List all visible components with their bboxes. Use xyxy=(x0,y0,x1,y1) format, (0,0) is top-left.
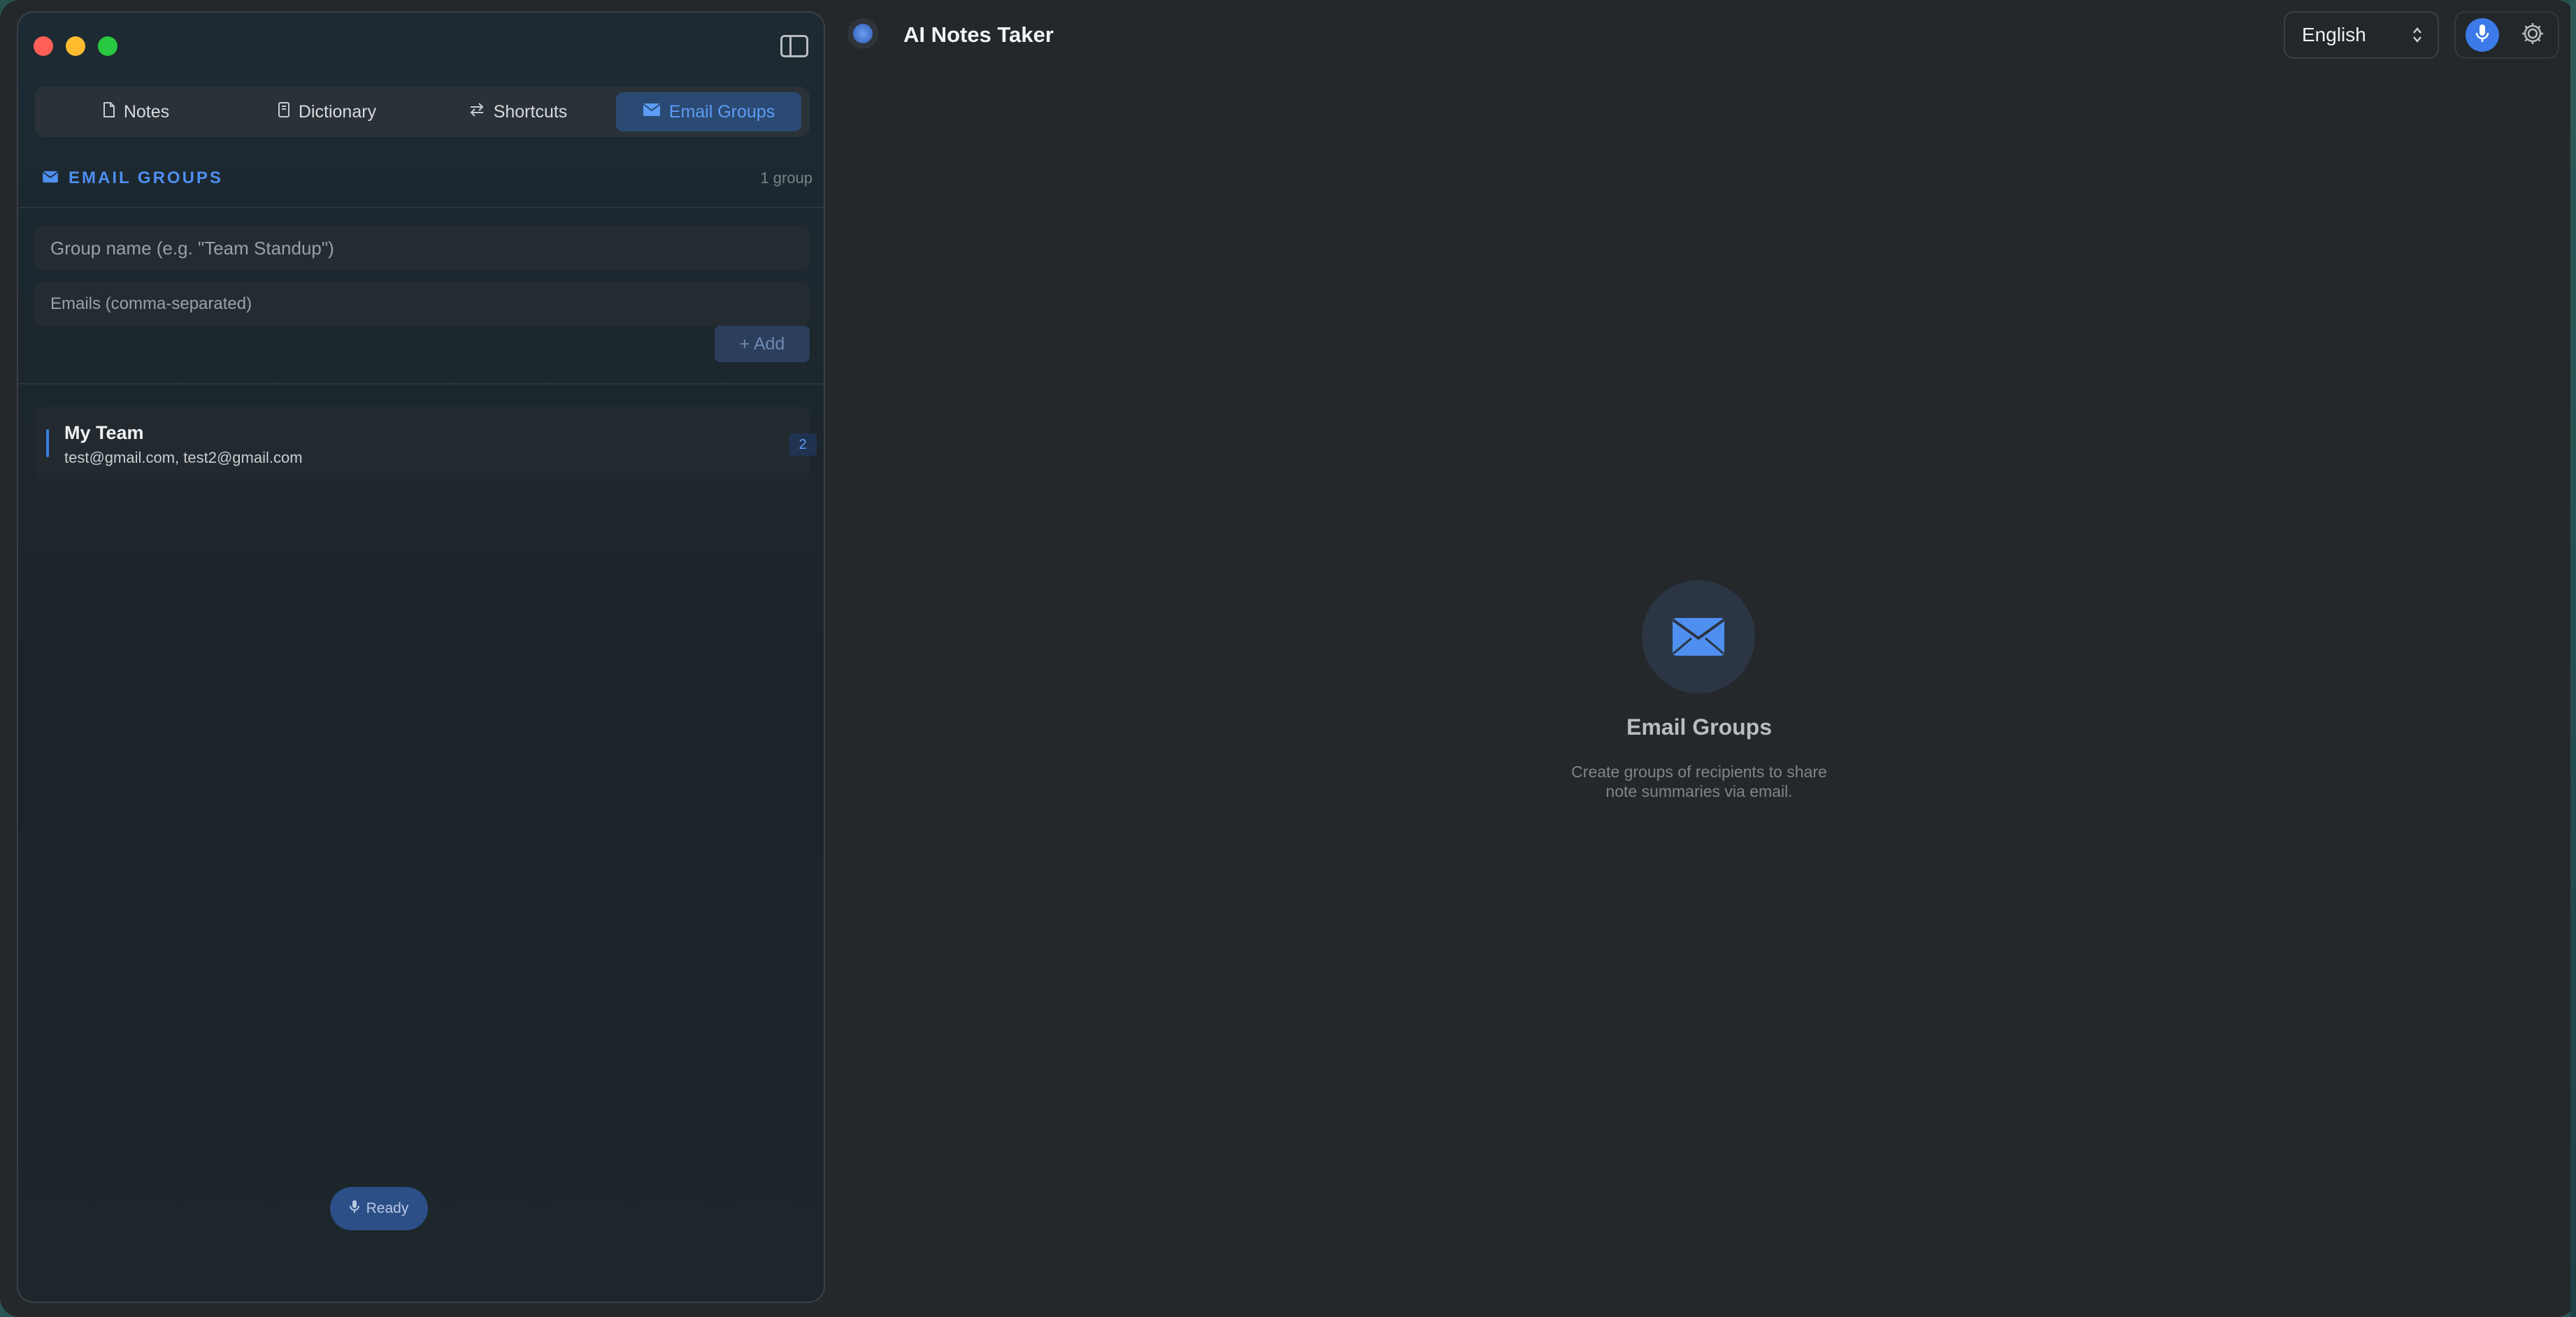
gear-icon xyxy=(2520,21,2545,50)
app-window: Notes Dictionary Shortcuts Email Groups xyxy=(0,0,2576,1317)
divider xyxy=(18,207,824,208)
add-group-button[interactable]: + Add xyxy=(715,326,810,362)
tab-email-groups-label: Email Groups xyxy=(668,101,775,122)
empty-state-line-1: Create groups of recipients to share xyxy=(1571,763,1827,781)
section-title-text: EMAIL GROUPS xyxy=(69,168,223,187)
fullscreen-window-button[interactable] xyxy=(98,36,117,56)
divider xyxy=(18,383,824,384)
tab-bar: Notes Dictionary Shortcuts Email Groups xyxy=(35,87,810,137)
tab-shortcuts[interactable]: Shortcuts xyxy=(425,92,610,131)
tab-dictionary[interactable]: Dictionary xyxy=(234,92,420,131)
tab-shortcuts-label: Shortcuts xyxy=(493,101,568,122)
tab-email-groups[interactable]: Email Groups xyxy=(616,92,801,131)
sidebar: Notes Dictionary Shortcuts Email Groups xyxy=(17,11,825,1303)
group-accent-bar xyxy=(46,429,49,457)
note-icon xyxy=(103,102,115,122)
book-icon xyxy=(278,102,290,122)
empty-state-envelope-icon xyxy=(1642,580,1755,693)
settings-button[interactable] xyxy=(2516,18,2549,52)
record-button[interactable] xyxy=(2466,18,2499,52)
mic-icon xyxy=(349,1200,359,1218)
group-list-item[interactable]: My Team test@gmail.com, test2@gmail.com … xyxy=(35,407,817,480)
sidebar-toggle-icon[interactable] xyxy=(780,35,808,57)
group-name: My Team xyxy=(64,422,144,443)
language-value: English xyxy=(2302,24,2366,45)
status-label: Ready xyxy=(366,1200,409,1216)
app-title: AI Notes Taker xyxy=(903,22,1054,47)
status-pill[interactable]: Ready xyxy=(330,1187,428,1230)
group-name-input[interactable] xyxy=(35,226,810,270)
language-select[interactable]: English xyxy=(2284,11,2439,59)
desktop-edge xyxy=(2570,0,2576,1317)
section-title: EMAIL GROUPS xyxy=(42,168,223,188)
empty-state-description: Create groups of recipients to share not… xyxy=(1524,762,1874,801)
app-logo xyxy=(847,18,878,49)
group-emails: test@gmail.com, test2@gmail.com xyxy=(64,449,303,466)
envelope-icon xyxy=(643,103,661,121)
tab-notes-label: Notes xyxy=(123,101,170,122)
chevron-updown-icon xyxy=(2412,27,2422,43)
group-count: 1 group xyxy=(760,169,813,187)
tab-dictionary-label: Dictionary xyxy=(298,101,377,122)
section-header: EMAIL GROUPS 1 group xyxy=(42,168,817,189)
envelope-icon xyxy=(42,168,59,188)
empty-state-title: Email Groups xyxy=(1626,714,1773,740)
logo-icon xyxy=(853,24,873,43)
emails-input[interactable] xyxy=(35,282,810,326)
close-window-button[interactable] xyxy=(34,36,53,56)
empty-state-line-2: note summaries via email. xyxy=(1605,782,1793,800)
tab-notes[interactable]: Notes xyxy=(43,92,229,131)
minimize-window-button[interactable] xyxy=(66,36,85,56)
swap-arrows-icon xyxy=(468,102,485,122)
mic-icon xyxy=(2475,24,2489,47)
member-count-badge: 2 xyxy=(789,433,817,456)
